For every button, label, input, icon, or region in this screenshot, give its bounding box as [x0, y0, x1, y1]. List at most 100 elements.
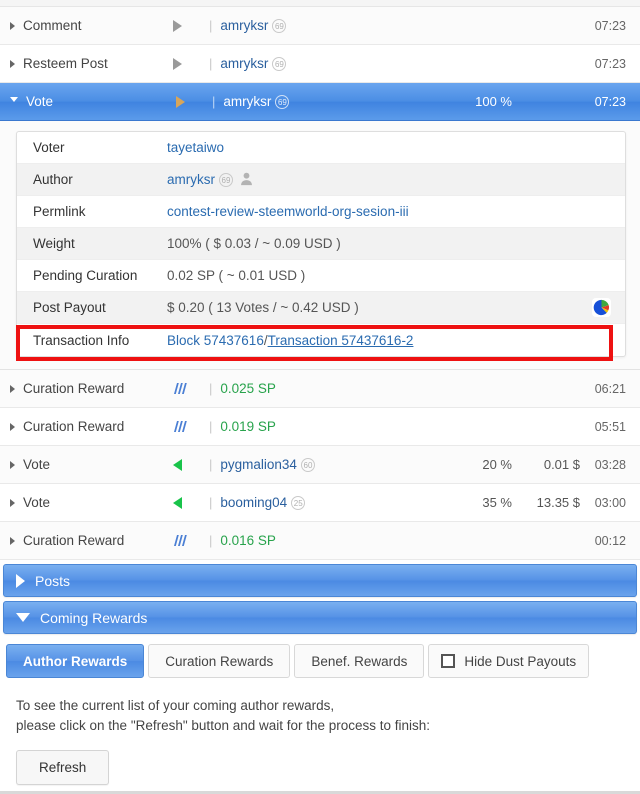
activity-time: 07:23: [594, 18, 626, 33]
column-separator: |: [209, 381, 213, 396]
activity-time: 05:51: [594, 419, 626, 434]
column-separator: |: [212, 94, 216, 109]
chevron-right-icon[interactable]: [10, 422, 15, 431]
chevron-down-icon[interactable]: [10, 97, 18, 106]
chevron-right-icon[interactable]: [10, 384, 15, 393]
activity-row-vote-selected[interactable]: Vote | amryksr 69 100 % 07:23: [0, 83, 640, 121]
activity-amount: 0.01 $: [543, 457, 580, 472]
chevron-right-icon[interactable]: [10, 536, 15, 545]
activity-username-link[interactable]: amryksr: [223, 94, 271, 109]
detail-label: Weight: [33, 236, 75, 251]
permlink-link[interactable]: contest-review-steemworld-org-sesion-iii: [167, 204, 409, 219]
instructions-line-1: To see the current list of your coming a…: [16, 698, 335, 713]
triangle-right-gray-icon: [176, 95, 212, 108]
detail-row-author: Author amryksr 69: [17, 164, 625, 196]
activity-time: 03:00: [594, 495, 626, 510]
activity-username-link[interactable]: booming04: [220, 495, 287, 510]
transaction-link[interactable]: Transaction 57437616-2: [268, 333, 414, 348]
detail-label: Pending Curation: [33, 268, 138, 283]
triangle-right-gray-icon: [173, 19, 209, 32]
activity-time: 03:28: [594, 457, 626, 472]
instructions-line-2: please click on the "Refresh" button and…: [16, 718, 431, 733]
activity-row-curation-reward[interactable]: Curation Reward | 0.025 SP 06:21: [0, 370, 640, 408]
activity-row-comment[interactable]: Comment | amryksr 69 07:23: [0, 7, 640, 45]
chevron-right-icon[interactable]: [10, 498, 15, 507]
reputation-badge: 69: [219, 172, 233, 187]
voter-link[interactable]: tayetaiwo: [167, 140, 224, 155]
reputation-badge: 60: [300, 457, 315, 472]
reputation-badge: 69: [275, 94, 290, 109]
column-separator: |: [209, 495, 213, 510]
triangle-left-green-icon: [173, 458, 209, 471]
refresh-button[interactable]: Refresh: [16, 750, 110, 785]
chevron-right-icon[interactable]: [16, 573, 25, 588]
activity-time: 00:12: [594, 533, 626, 548]
tab-curation-rewards[interactable]: Curation Rewards: [148, 644, 291, 678]
tab-benef-rewards[interactable]: Benef. Rewards: [294, 644, 425, 678]
activity-username-link[interactable]: amryksr: [220, 18, 268, 33]
activity-row-curation-reward[interactable]: Curation Reward | 0.019 SP 05:51: [0, 408, 640, 446]
weight-value: 100% ( $ 0.03 / ~ 0.09 USD ): [167, 236, 341, 251]
activity-username-link[interactable]: pygmalion34: [220, 457, 297, 472]
detail-table: Voter tayetaiwo Author amryksr 69 Permli…: [16, 131, 626, 357]
activity-type-label: Curation Reward: [23, 533, 125, 548]
activity-username-link[interactable]: amryksr: [220, 56, 268, 71]
activity-type-label: Curation Reward: [23, 381, 125, 396]
activity-type-label: Resteem Post: [23, 56, 108, 71]
detail-row-post-payout: Post Payout $ 0.20 ( 13 Votes / ~ 0.42 U…: [17, 292, 625, 324]
avatar-person-icon[interactable]: [239, 171, 254, 189]
steem-logo-icon: [173, 420, 209, 434]
column-separator: |: [209, 18, 213, 33]
tab-label: Curation Rewards: [165, 653, 274, 669]
detail-row-permlink: Permlink contest-review-steemworld-org-s…: [17, 196, 625, 228]
activity-time: 07:23: [594, 94, 626, 109]
activity-time: 06:21: [594, 381, 626, 396]
activity-type-label: Curation Reward: [23, 419, 125, 434]
activity-type-label: Vote: [26, 94, 54, 109]
activity-row-curation-reward[interactable]: Curation Reward | 0.016 SP 00:12: [0, 522, 640, 560]
chevron-right-icon[interactable]: [10, 460, 15, 469]
activity-type-label: Comment: [23, 18, 82, 33]
pie-chart-icon[interactable]: [592, 298, 611, 320]
detail-row-pending-curation: Pending Curation 0.02 SP ( ~ 0.01 USD ): [17, 260, 625, 292]
tab-author-rewards[interactable]: Author Rewards: [6, 644, 145, 678]
chevron-right-icon[interactable]: [10, 59, 15, 68]
activity-percent: 35 %: [482, 495, 512, 510]
column-separator: |: [209, 419, 213, 434]
tab-label: Hide Dust Payouts: [464, 653, 577, 669]
detail-row-transaction-info: Transaction Info Block 57437616 / Transa…: [17, 324, 625, 356]
column-separator: |: [209, 533, 213, 548]
post-payout-value: $ 0.20 ( 13 Votes / ~ 0.42 USD ): [167, 300, 359, 315]
activity-amount: 13.35 $: [536, 495, 580, 510]
section-title: Posts: [35, 572, 71, 589]
steem-logo-icon: [173, 382, 209, 396]
block-link[interactable]: Block 57437616: [167, 333, 264, 348]
vote-detail-panel: Voter tayetaiwo Author amryksr 69 Permli…: [0, 121, 640, 370]
detail-label: Voter: [33, 140, 65, 155]
activity-row-vote[interactable]: Vote | booming04 25 35 % 13.35 $ 03:00: [0, 484, 640, 522]
column-separator: |: [209, 457, 213, 472]
reputation-badge: 25: [291, 495, 306, 510]
tab-label: Author Rewards: [23, 653, 128, 669]
reputation-badge: 69: [272, 18, 287, 33]
reputation-badge: 69: [272, 56, 287, 71]
refresh-button-wrap: Refresh: [0, 736, 640, 785]
chevron-right-icon[interactable]: [10, 21, 15, 30]
steemworld-activity-panel: Comment | amryksr 69 07:23 Resteem Post …: [0, 0, 640, 794]
checkbox-icon[interactable]: [441, 654, 456, 668]
section-coming-rewards[interactable]: Coming Rewards: [3, 601, 637, 634]
chevron-down-icon[interactable]: [16, 613, 30, 622]
rewards-tab-bar: Author Rewards Curation Rewards Benef. R…: [0, 638, 640, 678]
triangle-left-green-icon: [173, 496, 209, 509]
author-link[interactable]: amryksr: [167, 172, 215, 187]
top-strip: [0, 0, 640, 7]
triangle-right-gray-icon: [173, 57, 209, 70]
toggle-hide-dust-payouts[interactable]: Hide Dust Payouts: [428, 644, 590, 678]
activity-row-vote[interactable]: Vote | pygmalion34 60 20 % 0.01 $ 03:28: [0, 446, 640, 484]
reward-amount: 0.016 SP: [220, 533, 276, 548]
section-posts[interactable]: Posts: [3, 564, 637, 597]
activity-type-label: Vote: [23, 457, 51, 472]
activity-row-resteem-post[interactable]: Resteem Post | amryksr 69 07:23: [0, 45, 640, 83]
tab-label: Benef. Rewards: [311, 653, 408, 669]
detail-row-voter: Voter tayetaiwo: [17, 132, 625, 164]
